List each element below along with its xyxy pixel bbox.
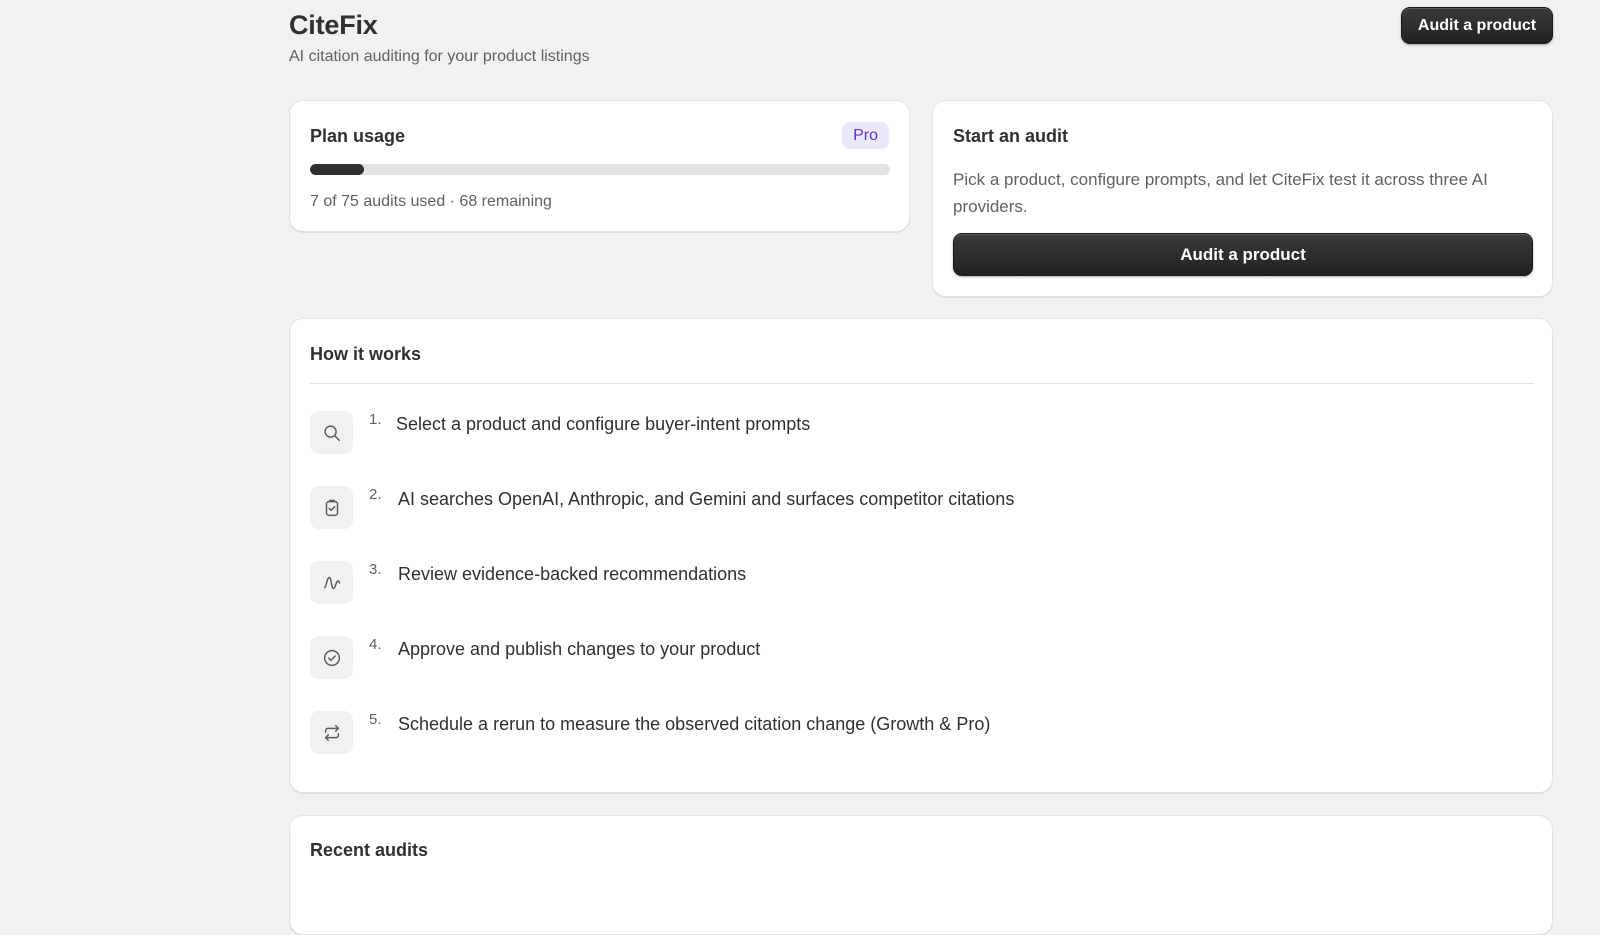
usage-progress-fill	[310, 164, 364, 175]
plan-badge: Pro	[842, 122, 889, 149]
clipboard-check-icon	[310, 486, 353, 529]
recent-audits-title: Recent audits	[310, 840, 429, 860]
step-text: Review evidence-backed recommendations	[398, 564, 747, 584]
page-header: CiteFix AI citation auditing for your pr…	[289, 0, 1553, 100]
step-item: 1. Select a product and configure buyer-…	[310, 411, 1410, 455]
step-text: Schedule a rerun to measure the observed…	[398, 714, 991, 734]
app-page: CiteFix AI citation auditing for your pr…	[289, 0, 1553, 935]
repeat-icon	[310, 711, 353, 754]
how-it-works-title: How it works	[310, 344, 422, 364]
step-item: 2. AI searches OpenAI, Anthropic, and Ge…	[310, 486, 1410, 530]
step-text: Approve and publish changes to your prod…	[398, 639, 761, 659]
start-audit-title: Start an audit	[953, 126, 1069, 146]
plan-usage-card: Plan usage Pro 7 of 75 audits used · 68 …	[289, 100, 910, 232]
check-circle-icon	[310, 636, 353, 679]
step-item: 3. Review evidence-backed recommendation…	[310, 561, 1410, 605]
usage-progress-bar	[310, 164, 890, 175]
how-it-works-card: How it works 1. Select a product and con…	[289, 318, 1553, 793]
step-number: 2.	[369, 486, 382, 503]
pulse-icon	[310, 561, 353, 604]
recent-audits-card: Recent audits	[289, 815, 1553, 935]
page-subtitle: AI citation auditing for your product li…	[289, 48, 590, 65]
start-audit-card: Start an audit Pick a product, configure…	[932, 100, 1553, 297]
step-item: 4. Approve and publish changes to your p…	[310, 636, 1410, 680]
header-audit-product-button[interactable]: Audit a product	[1401, 7, 1553, 44]
search-icon	[310, 411, 353, 454]
step-text: AI searches OpenAI, Anthropic, and Gemin…	[398, 489, 1015, 509]
step-item: 5. Schedule a rerun to measure the obser…	[310, 711, 1410, 755]
step-text: Select a product and configure buyer-int…	[396, 414, 811, 434]
step-number: 4.	[369, 636, 382, 653]
plan-usage-title: Plan usage	[310, 126, 406, 146]
step-number: 3.	[369, 561, 382, 578]
audit-product-button[interactable]: Audit a product	[953, 233, 1533, 276]
step-number: 1.	[369, 411, 382, 428]
divider	[310, 383, 1534, 384]
page-title: CiteFix	[289, 10, 378, 40]
usage-summary: 7 of 75 audits used · 68 remaining	[310, 193, 552, 210]
step-number: 5.	[369, 711, 382, 728]
start-audit-description: Pick a product, configure prompts, and l…	[953, 170, 1488, 216]
